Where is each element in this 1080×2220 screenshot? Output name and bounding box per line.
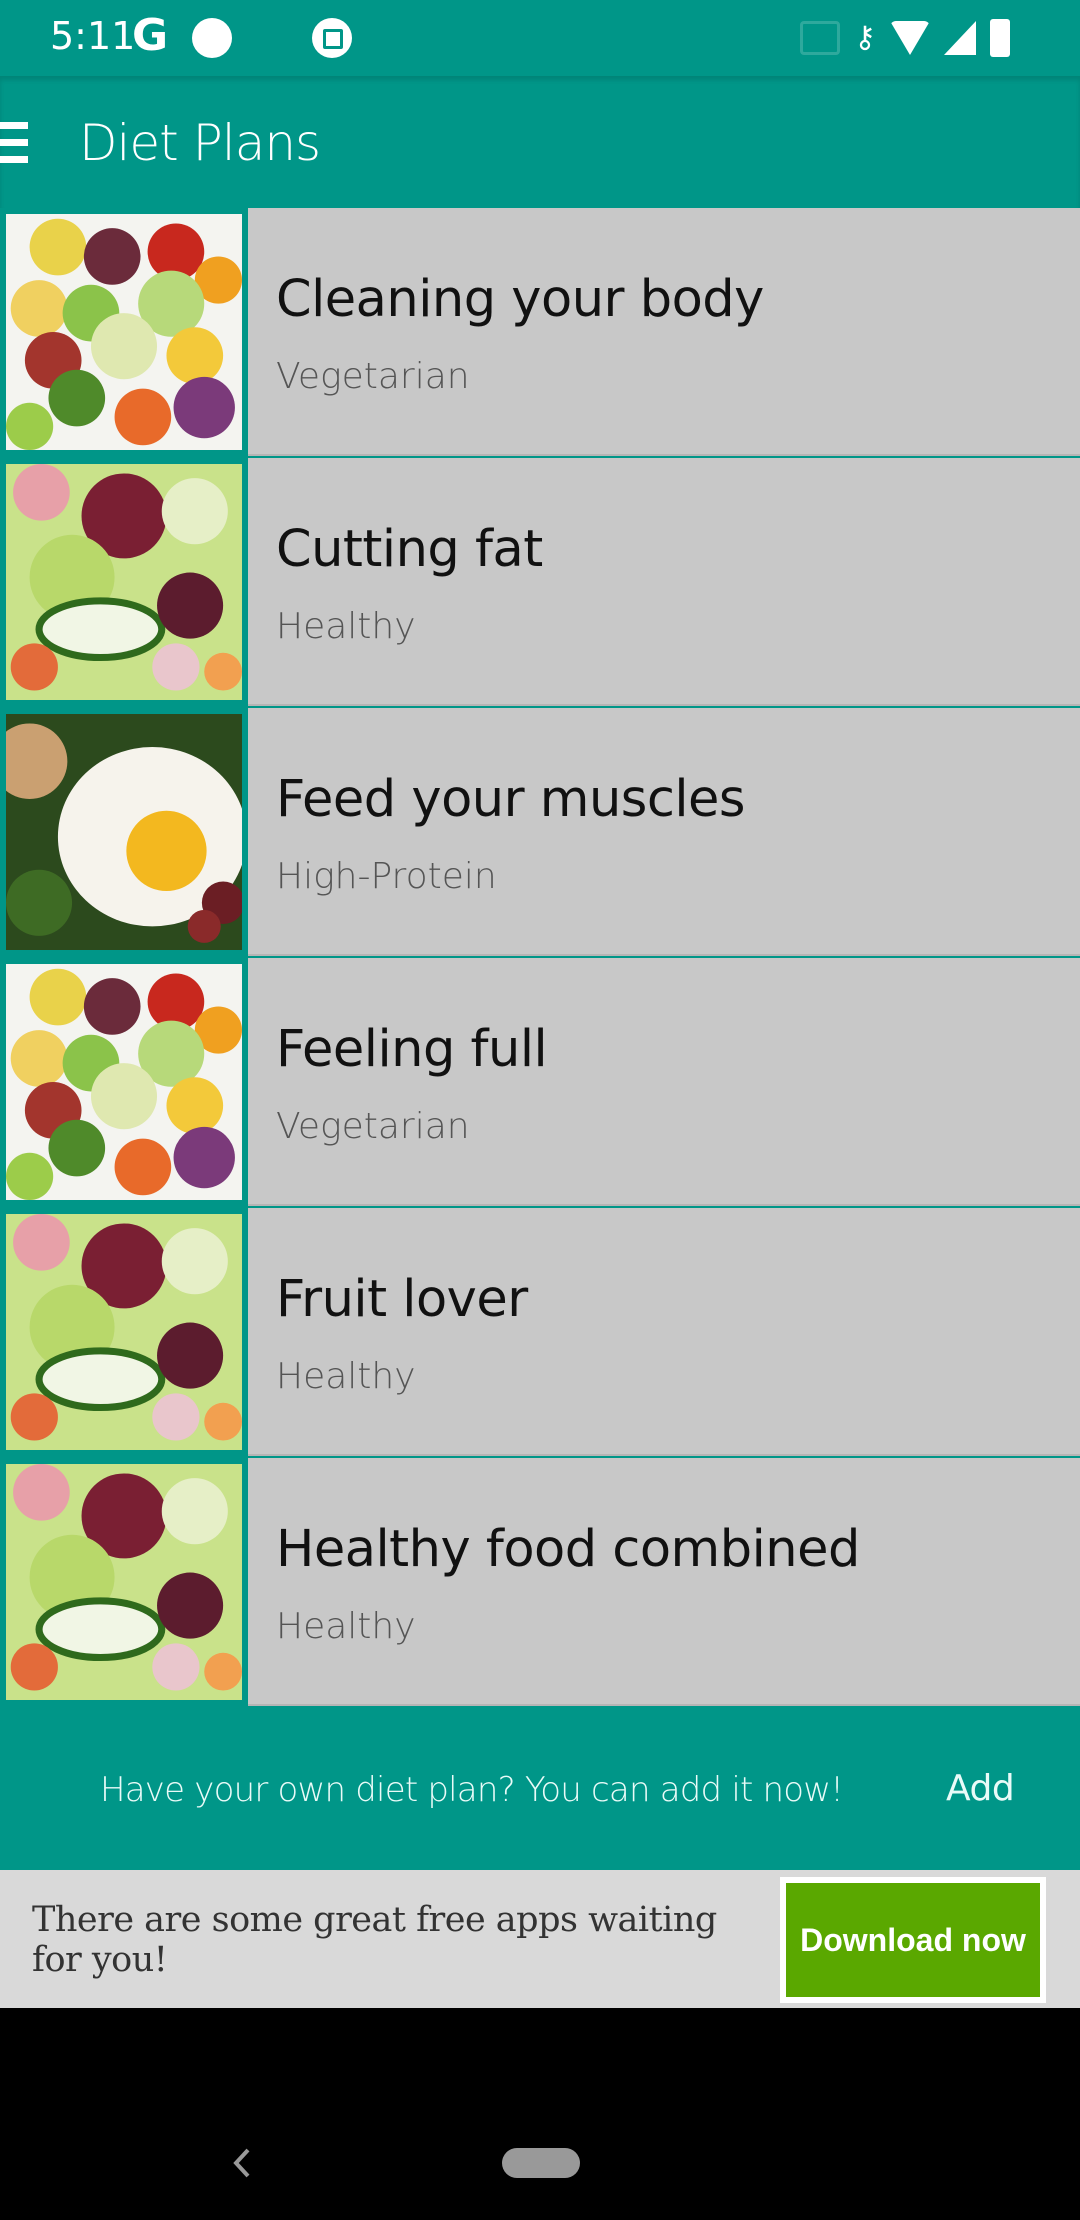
status-bar: 5:11 G ⚷	[0, 0, 1080, 76]
plan-category: Healthy	[276, 1356, 416, 1397]
plan-category: Vegetarian	[276, 1106, 470, 1147]
list-item[interactable]: Feeling full Vegetarian	[0, 958, 1080, 1208]
plan-title: Feed your muscles	[276, 770, 746, 829]
plan-title: Feeling full	[276, 1020, 548, 1079]
list-item[interactable]: Cleaning your body Vegetarian	[0, 208, 1080, 458]
salad-image	[6, 1214, 242, 1450]
app-bar: Diet Plans	[0, 76, 1080, 208]
salad-image	[6, 464, 242, 700]
plan-title: Healthy food combined	[276, 1520, 860, 1579]
signal-icon	[944, 21, 976, 55]
wifi-icon	[890, 21, 930, 55]
home-pill-icon[interactable]	[502, 2148, 580, 2178]
diet-plan-card[interactable]: Feed your muscles High-Protein	[248, 708, 1080, 956]
list-item[interactable]: Feed your muscles High-Protein	[0, 708, 1080, 958]
add-plan-message: Have your own diet plan? You can add it …	[100, 1770, 844, 1810]
battery-charging-icon	[990, 19, 1010, 57]
diet-plan-card[interactable]: Cleaning your body Vegetarian	[248, 208, 1080, 456]
back-icon[interactable]	[230, 2148, 254, 2178]
diet-plan-card[interactable]: Healthy food combined Healthy	[248, 1458, 1080, 1706]
system-nav-bar	[0, 2008, 1080, 2220]
diet-plan-card[interactable]: Cutting fat Healthy	[248, 458, 1080, 706]
egg-image	[6, 714, 242, 950]
plan-category: Vegetarian	[276, 356, 470, 397]
plan-category: Healthy	[276, 1606, 416, 1647]
plan-category: Healthy	[276, 606, 416, 647]
salad-image	[6, 1464, 242, 1700]
plan-title: Fruit lover	[276, 1270, 528, 1329]
download-now-button[interactable]: Download now	[780, 1877, 1046, 2003]
plan-category: High-Protein	[276, 856, 497, 897]
ad-banner[interactable]: There are some great free apps waiting f…	[0, 1870, 1080, 2008]
cast-icon	[800, 21, 841, 55]
status-time: 5:11	[50, 14, 136, 58]
circle-icon	[192, 18, 232, 58]
diet-plan-list: Cleaning your body Vegetarian Cutting fa…	[0, 208, 1080, 1710]
plan-title: Cutting fat	[276, 520, 543, 579]
diet-plan-card[interactable]: Feeling full Vegetarian	[248, 958, 1080, 1206]
add-plan-footer: Have your own diet plan? You can add it …	[0, 1710, 1080, 1870]
list-item[interactable]: Cutting fat Healthy	[0, 458, 1080, 708]
ad-text: There are some great free apps waiting f…	[32, 1900, 717, 1980]
list-item[interactable]: Healthy food combined Healthy	[0, 1458, 1080, 1708]
page-title: Diet Plans	[79, 114, 321, 172]
hamburger-menu-icon[interactable]	[0, 122, 28, 164]
fruits-vegetables-image	[6, 214, 242, 450]
add-plan-button[interactable]: Add	[946, 1768, 1015, 1809]
screenshot-icon	[312, 18, 352, 58]
list-item[interactable]: Fruit lover Healthy	[0, 1208, 1080, 1458]
plan-title: Cleaning your body	[276, 270, 764, 329]
diet-plan-card[interactable]: Fruit lover Healthy	[248, 1208, 1080, 1456]
fruits-vegetables-image	[6, 964, 242, 1200]
google-icon: G	[132, 10, 169, 61]
vpn-key-icon: ⚷	[854, 21, 876, 54]
